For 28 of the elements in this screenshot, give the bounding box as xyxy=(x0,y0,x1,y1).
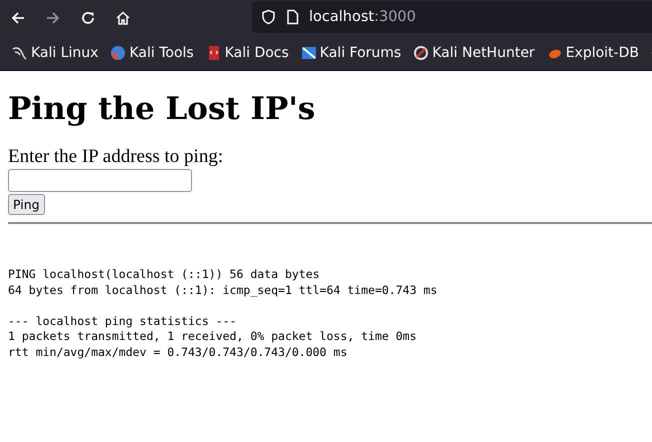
forums-icon xyxy=(300,44,317,60)
bookmark-link[interactable]: Kali Forums xyxy=(300,44,402,60)
url-host: localhost xyxy=(309,8,374,24)
output-line: --- localhost ping statistics --- xyxy=(8,314,238,329)
bookmark-link[interactable]: Kali Linux xyxy=(12,44,98,60)
shield-icon[interactable] xyxy=(261,8,276,24)
address-bar[interactable]: localhost:3000 xyxy=(252,0,652,32)
bookmark-link[interactable]: Exploit-DB xyxy=(546,44,639,60)
nethunter-icon xyxy=(413,44,430,60)
output-line: 64 bytes from localhost (::1): icmp_seq=1 ttl=64 time=0.743 ms xyxy=(8,282,438,298)
reload-icon[interactable] xyxy=(80,10,96,26)
ip-label: Enter the IP address to ping: xyxy=(8,146,224,168)
output-line: 1 packets transmitted, 1 received, 0% packet loss, time 0ms xyxy=(8,329,418,344)
page-heading: Ping the Lost IP's xyxy=(8,91,316,127)
bookmark-link[interactable]: Kali Docs xyxy=(206,44,289,60)
back-icon[interactable] xyxy=(10,10,26,26)
dragon-icon xyxy=(12,44,28,60)
bookmark-link[interactable]: Kali Tools xyxy=(110,44,194,60)
forward-icon[interactable] xyxy=(45,10,61,26)
url-port: :3000 xyxy=(374,8,416,24)
ping-button[interactable]: Ping xyxy=(8,194,45,215)
output-line: rtt min/avg/max/mdev = 0.743/0.743/0.743/0.000 ms xyxy=(8,344,348,360)
ip-input-field[interactable] xyxy=(8,169,192,192)
bookmark-link[interactable]: Kali NetHunter xyxy=(413,44,535,60)
home-icon[interactable] xyxy=(115,10,131,26)
output-line: PING localhost(localhost (::1)) 56 data bytes xyxy=(8,267,321,282)
tools-icon xyxy=(110,44,126,60)
page-icon xyxy=(286,8,299,24)
